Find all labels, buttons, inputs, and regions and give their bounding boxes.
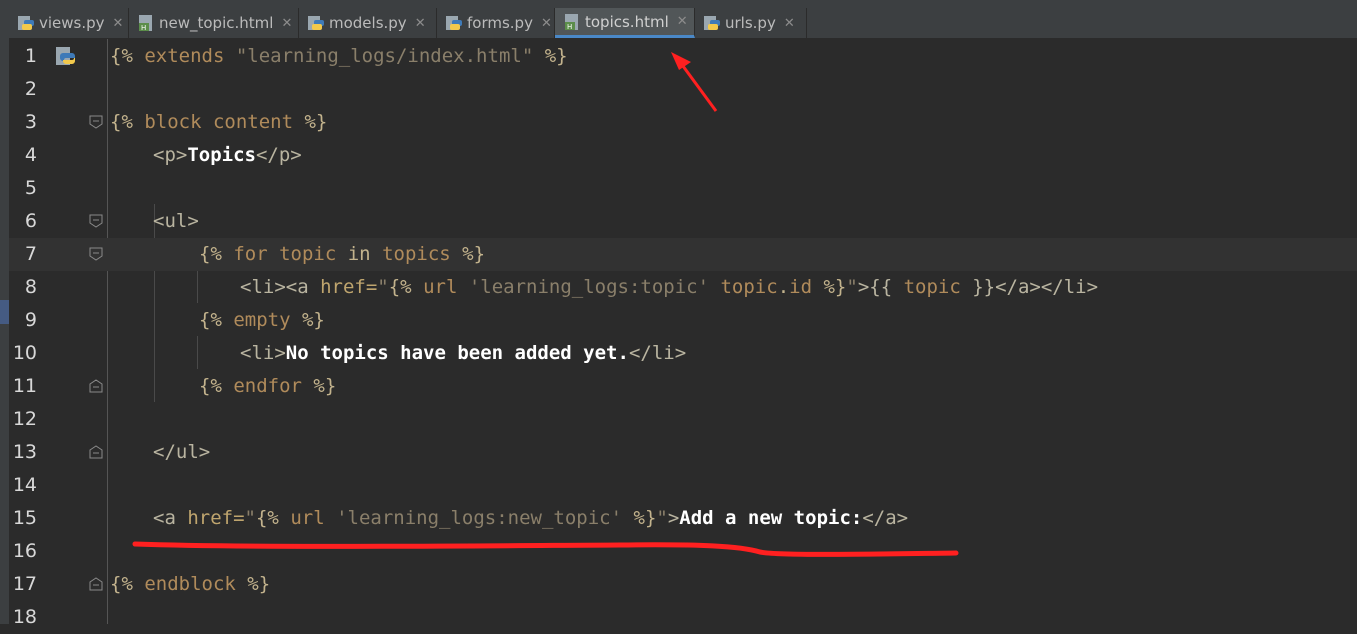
- annotation-layer: [132, 52, 959, 557]
- red-underline: [132, 541, 959, 557]
- red-arrow: [671, 52, 718, 112]
